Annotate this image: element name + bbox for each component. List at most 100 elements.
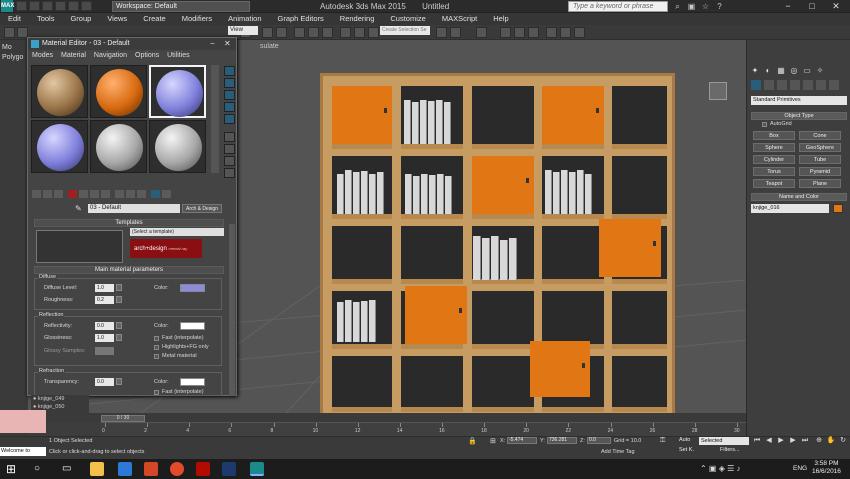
pivot-center-icon[interactable] — [340, 27, 351, 38]
primitive-category-dropdown[interactable]: Standard Primitives — [751, 96, 847, 105]
assign-to-selection-icon[interactable] — [54, 190, 63, 198]
language-indicator[interactable]: ENG — [793, 465, 807, 472]
geosphere-button[interactable]: GeoSphere — [799, 143, 841, 152]
lock-selection-icon[interactable]: 🔒 — [468, 437, 477, 445]
glossy-samples-spinner[interactable]: 8 — [95, 347, 114, 355]
make-preview-icon[interactable] — [224, 132, 235, 142]
fast-interpolate-checkbox[interactable] — [154, 336, 159, 341]
minimize-button[interactable]: − — [776, 0, 800, 12]
material-slot-3[interactable] — [149, 65, 206, 118]
maxscript-listener-pink[interactable] — [0, 410, 46, 433]
menu-modifiers[interactable]: Modifiers — [174, 13, 220, 25]
redo-icon[interactable] — [68, 1, 79, 11]
undo-icon[interactable] — [55, 1, 66, 11]
material-slot-2[interactable] — [90, 65, 147, 118]
diffuse-level-spinner[interactable]: 1.0 — [95, 284, 114, 292]
put-to-library-icon[interactable] — [101, 190, 110, 198]
close-button[interactable]: ✕ — [824, 0, 848, 12]
maximize-button[interactable]: □ — [800, 0, 824, 12]
background-icon[interactable] — [224, 90, 235, 100]
tube-button[interactable]: Tube — [799, 155, 841, 164]
3dsmax-taskbar-icon[interactable] — [250, 462, 264, 476]
chrome-icon[interactable] — [170, 462, 184, 476]
menu-maxscript[interactable]: MAXScript — [434, 13, 485, 25]
y-coordinate-field[interactable]: 736.281 — [547, 437, 577, 444]
helpers-icon[interactable] — [803, 80, 813, 90]
scene-item[interactable]: ● knjige_049 — [33, 396, 64, 402]
object-type-rollout-header[interactable]: Object Type — [751, 112, 847, 120]
binoculars-icon[interactable]: ⌕ — [672, 1, 683, 12]
workspace-dropdown[interactable]: Workspace: Default — [112, 1, 250, 12]
menu-navigation[interactable]: Navigation — [90, 51, 131, 62]
glossiness-map-button[interactable] — [116, 334, 122, 341]
main-params-rollout-header[interactable]: Main material parameters — [34, 266, 224, 274]
schematic-view-icon[interactable] — [514, 27, 525, 38]
align-icon[interactable] — [450, 27, 461, 38]
sample-uv-icon[interactable] — [224, 102, 235, 112]
set-key-button[interactable]: Set K. — [679, 447, 699, 455]
go-forward-sibling-icon[interactable] — [162, 190, 171, 198]
start-icon[interactable]: ⊞ — [6, 462, 20, 476]
menu-views[interactable]: Views — [99, 13, 135, 25]
params-scrollbar[interactable] — [229, 224, 235, 396]
menu-edit[interactable]: Edit — [0, 13, 29, 25]
save-file-icon[interactable] — [42, 1, 53, 11]
app-logo[interactable]: MAX — [1, 0, 14, 12]
copy-material-icon[interactable] — [79, 190, 88, 198]
key-mode-icon[interactable]: ⚿ — [660, 437, 670, 445]
lights-icon[interactable] — [777, 80, 787, 90]
autogrid-checkbox[interactable] — [762, 122, 767, 127]
mirror-icon[interactable] — [436, 27, 447, 38]
transparency-map-button[interactable] — [116, 378, 122, 385]
move-tool-icon[interactable] — [294, 27, 305, 38]
previous-frame-icon[interactable]: ◀ — [764, 437, 774, 445]
menu-options[interactable]: Options — [131, 51, 163, 62]
reflectivity-spinner[interactable]: 0.0 — [95, 322, 114, 330]
put-to-scene-icon[interactable] — [43, 190, 52, 198]
tray-icons[interactable]: ⌃ ▣ ◈ ☰ ♪ — [700, 464, 740, 473]
menu-create[interactable]: Create — [135, 13, 174, 25]
metal-material-checkbox[interactable] — [154, 354, 159, 359]
reflection-color-swatch[interactable] — [180, 322, 205, 330]
templates-rollout-header[interactable]: Templates — [34, 219, 224, 227]
reset-map-icon[interactable] — [68, 190, 77, 198]
cone-button[interactable]: Cone — [799, 131, 841, 140]
motion-tab-icon[interactable]: ◎ — [789, 66, 799, 76]
show-end-result-icon[interactable] — [137, 190, 146, 198]
modify-tab-icon[interactable]: ◐ — [763, 66, 773, 76]
menu-rendering[interactable]: Rendering — [332, 13, 383, 25]
roughness-spinner[interactable]: 0.2 — [95, 296, 114, 304]
make-unique-icon[interactable] — [90, 190, 99, 198]
glossiness-spinner[interactable]: 1.0 — [95, 334, 114, 342]
named-selection-set[interactable]: Create Selection Se — [380, 26, 430, 35]
search-input[interactable]: Type a keyword or phrase — [568, 1, 668, 12]
task-view-icon[interactable]: ▭ — [62, 462, 76, 476]
object-color-swatch[interactable] — [833, 204, 843, 213]
subscription-icon[interactable]: ▣ — [686, 1, 697, 12]
help-icon[interactable]: ? — [714, 1, 725, 12]
x-coordinate-field[interactable]: -5.474 — [507, 437, 537, 444]
reference-coordinate-dropdown[interactable]: View — [228, 26, 258, 35]
backlight-icon[interactable] — [224, 78, 235, 88]
space-warps-icon[interactable] — [816, 80, 826, 90]
render-production-icon[interactable] — [574, 27, 585, 38]
object-name-field[interactable]: knjige_016 — [751, 204, 829, 213]
get-material-icon[interactable] — [32, 190, 41, 198]
snap-toggle-icon[interactable] — [354, 27, 365, 38]
communication-icon[interactable]: ☆ — [700, 1, 711, 12]
menu-group[interactable]: Group — [62, 13, 99, 25]
orbit-icon[interactable]: ↻ — [838, 437, 848, 445]
name-color-rollout-header[interactable]: Name and Color — [751, 193, 847, 201]
material-navigator-icon[interactable] — [224, 168, 235, 178]
search-icon[interactable]: ○ — [34, 462, 48, 476]
template-dropdown[interactable]: (Select a template) — [130, 228, 224, 236]
layer-manager-icon[interactable] — [476, 27, 487, 38]
plane-button[interactable]: Plane — [799, 179, 841, 188]
material-editor-titlebar[interactable]: Material Editor - 03 - Default − ✕ — [28, 38, 236, 50]
refraction-fast-checkbox[interactable] — [154, 390, 159, 395]
material-type-button[interactable]: Arch & Design — [182, 204, 222, 213]
hierarchy-tab-icon[interactable]: ▦ — [776, 66, 786, 76]
z-coordinate-field[interactable]: 0.0 — [587, 437, 611, 444]
create-tab-icon[interactable]: ✦ — [750, 66, 760, 76]
menu-graph-editors[interactable]: Graph Editors — [270, 13, 332, 25]
